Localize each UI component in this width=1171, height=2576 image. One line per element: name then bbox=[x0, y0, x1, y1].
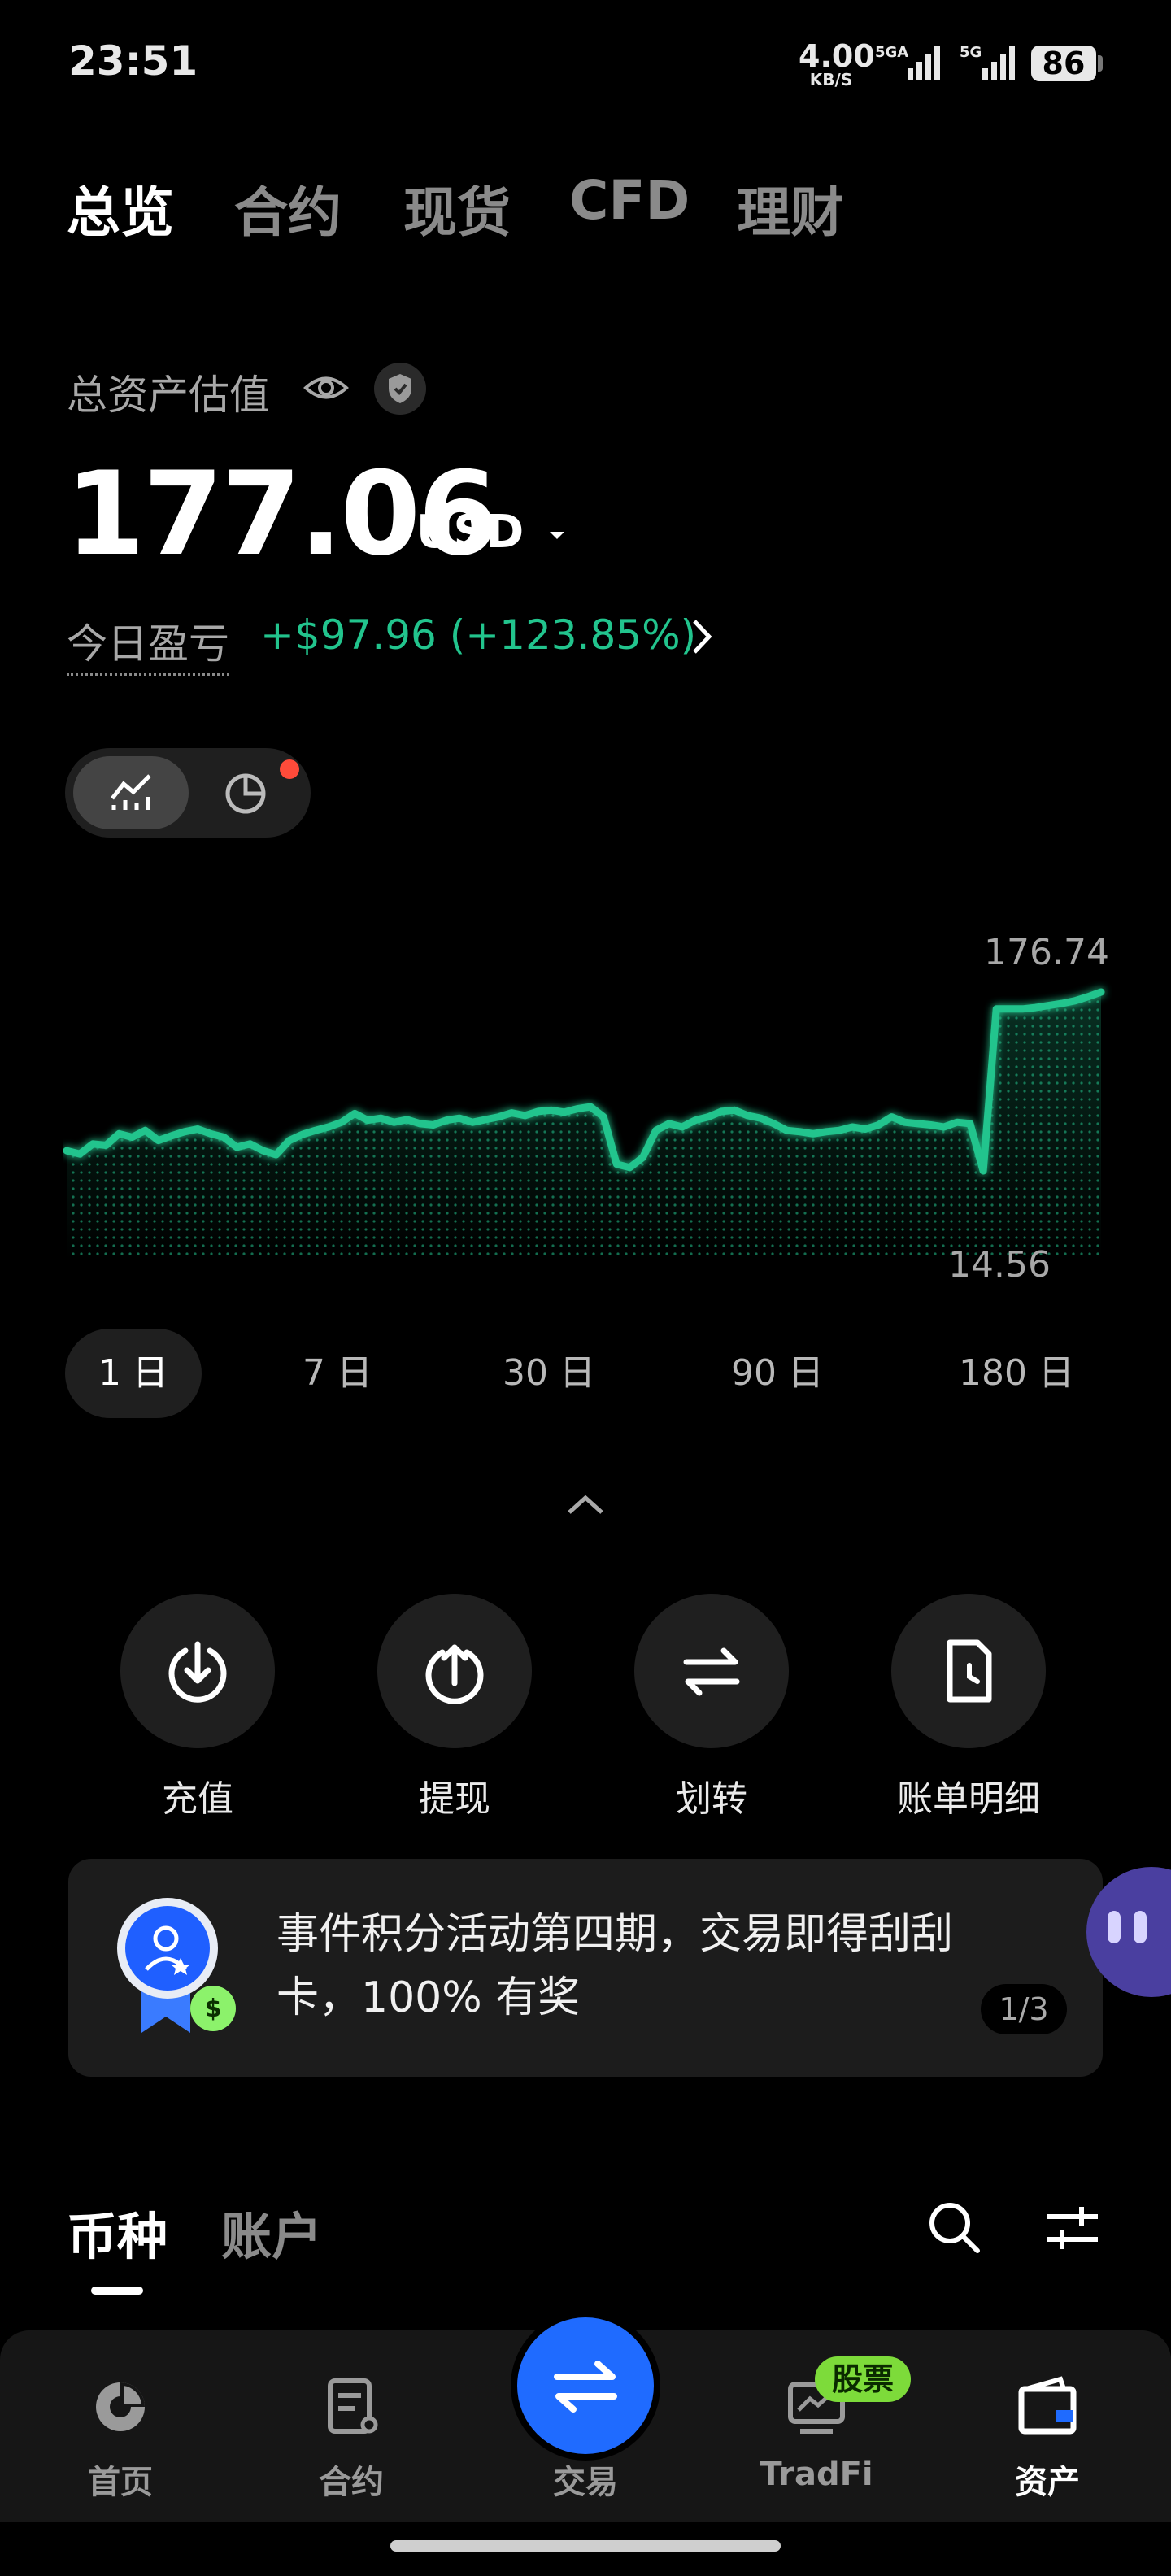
tab-spot[interactable]: 现货 bbox=[403, 169, 511, 247]
bill-label: 账单明细 bbox=[897, 1778, 1040, 1820]
chevron-up-icon[interactable] bbox=[564, 1491, 607, 1521]
banner-page-indicator: 1/3 bbox=[981, 1984, 1067, 2034]
nav-contract[interactable] bbox=[270, 2374, 433, 2443]
total-asset-label: 总资产估值 bbox=[67, 372, 270, 419]
active-tab-indicator bbox=[91, 2287, 143, 2295]
tab-currency[interactable]: 币种 bbox=[67, 2195, 168, 2269]
nav-assets-label: 资产 bbox=[1015, 2464, 1080, 2501]
notification-dot bbox=[280, 759, 299, 779]
wallet-icon bbox=[1018, 2376, 1077, 2435]
battery-icon: 86 bbox=[1031, 46, 1096, 81]
deposit-icon bbox=[168, 1641, 227, 1703]
signal-icon-2: 5G bbox=[960, 41, 1025, 89]
line-chart-icon bbox=[107, 769, 156, 818]
bill-icon bbox=[947, 1639, 992, 1703]
currency-selector[interactable]: USD bbox=[416, 506, 569, 559]
signal-icon: 5GA bbox=[875, 41, 948, 89]
deposit-label: 充值 bbox=[162, 1778, 233, 1820]
nav-assets[interactable] bbox=[966, 2374, 1129, 2443]
pie-chart-icon[interactable] bbox=[221, 766, 272, 820]
withdraw-button[interactable] bbox=[377, 1594, 532, 1748]
pnl-value[interactable]: +$97.96 (+123.85%) bbox=[260, 611, 696, 659]
nav-tradfi-label: TradFi bbox=[760, 2456, 873, 2493]
trade-icon bbox=[554, 2361, 617, 2413]
asset-line-chart bbox=[63, 988, 1105, 1260]
search-icon[interactable] bbox=[925, 2199, 984, 2261]
chevron-down-icon bbox=[549, 531, 564, 539]
svg-text:$: $ bbox=[205, 1995, 222, 2023]
tab-account[interactable]: 账户 bbox=[221, 2195, 322, 2269]
tab-finance[interactable]: 理财 bbox=[737, 169, 844, 247]
stock-badge: 股票 bbox=[815, 2356, 911, 2402]
nav-trade-label: 交易 bbox=[553, 2464, 618, 2501]
status-time: 23:51 bbox=[68, 37, 198, 85]
svg-text:5GA: 5GA bbox=[875, 44, 908, 61]
range-30d[interactable]: 30 日 bbox=[488, 1329, 610, 1418]
battery-tip bbox=[1098, 55, 1103, 72]
transfer-button[interactable] bbox=[634, 1594, 789, 1748]
contract-icon bbox=[328, 2378, 378, 2434]
pnl-label[interactable]: 今日盈亏 bbox=[67, 611, 229, 676]
nav-home[interactable] bbox=[39, 2374, 202, 2443]
range-90d[interactable]: 90 日 bbox=[712, 1329, 842, 1418]
range-7d[interactable]: 7 日 bbox=[276, 1329, 398, 1418]
transfer-icon bbox=[683, 1647, 740, 1696]
svg-text:5G: 5G bbox=[960, 44, 982, 61]
banner-text: 事件积分活动第四期，交易即得刮刮卡，100% 有奖 bbox=[276, 1910, 954, 2022]
tab-cfd[interactable]: CFD bbox=[569, 169, 690, 232]
range-180d[interactable]: 180 日 bbox=[943, 1329, 1090, 1418]
network-speed: 4.00 KB/S bbox=[799, 38, 875, 89]
tab-overview[interactable]: 总览 bbox=[67, 169, 174, 247]
withdraw-icon bbox=[425, 1644, 484, 1704]
home-indicator bbox=[390, 2540, 781, 2552]
deposit-button[interactable] bbox=[120, 1594, 275, 1748]
transfer-label: 划转 bbox=[676, 1778, 747, 1820]
withdraw-label: 提现 bbox=[419, 1778, 490, 1820]
range-1d[interactable]: 1 日 bbox=[65, 1329, 202, 1418]
nav-contract-label: 合约 bbox=[319, 2464, 384, 2501]
chevron-right-icon[interactable] bbox=[690, 616, 714, 660]
home-icon bbox=[96, 2382, 145, 2431]
eye-icon[interactable] bbox=[303, 368, 350, 411]
nav-trade[interactable] bbox=[517, 2317, 654, 2454]
chart-min-label: 14.56 bbox=[948, 1244, 1051, 1286]
bill-button[interactable] bbox=[891, 1594, 1046, 1748]
chart-max-label: 176.74 bbox=[984, 932, 1109, 973]
shield-icon[interactable] bbox=[374, 363, 426, 418]
badge-award-icon: $ bbox=[117, 1895, 239, 2044]
nav-home-label: 首页 bbox=[88, 2464, 153, 2501]
tab-contract[interactable]: 合约 bbox=[234, 169, 342, 247]
filter-icon[interactable] bbox=[1044, 2202, 1101, 2257]
